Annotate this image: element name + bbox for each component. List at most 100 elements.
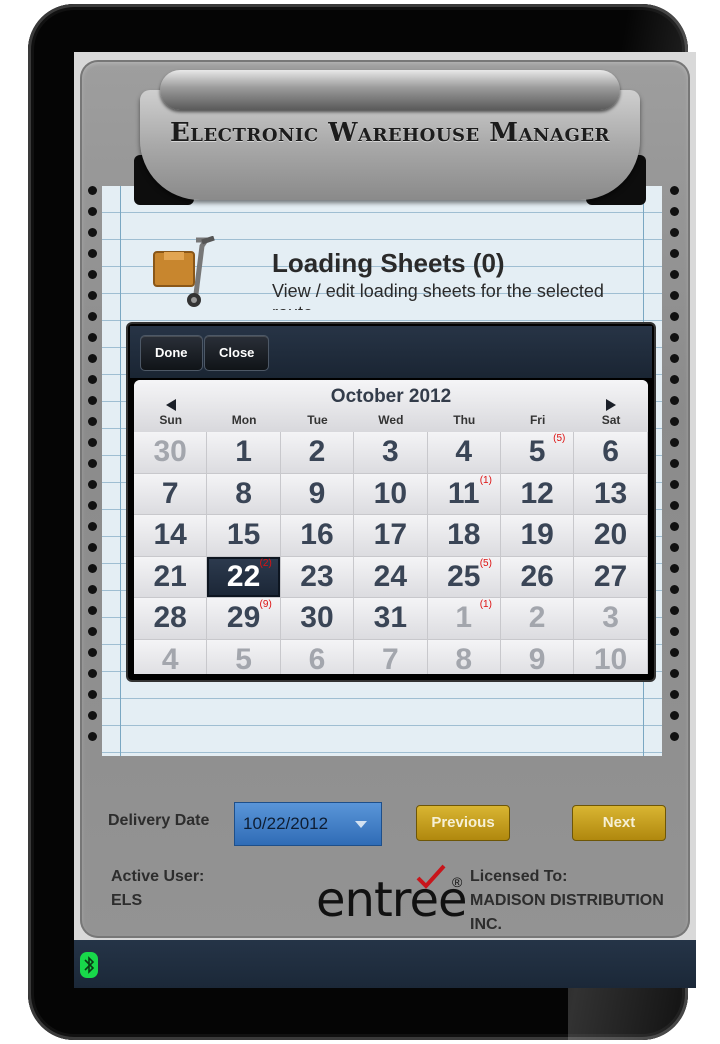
calendar-day[interactable]: 20 [574, 515, 647, 556]
calendar-week-row: 30 1 2 3 4 5 (5) 6 [134, 432, 648, 474]
day-number: 19 [520, 518, 554, 551]
chevron-down-icon [355, 821, 367, 828]
calendar-day[interactable]: 3 [354, 432, 427, 473]
calendar-day[interactable]: 4 [134, 639, 207, 674]
calendar-day[interactable]: 30 [280, 598, 354, 639]
calendar-day[interactable]: 1 [207, 432, 280, 473]
calendar-day[interactable]: 25 (5) [427, 556, 500, 597]
calendar-day[interactable]: 8 [207, 473, 280, 514]
calendar-week-row: 28 29 (9) 30 31 1 (1) 2 3 [134, 598, 648, 640]
calendar-day-selected[interactable]: 22 (2) [207, 556, 280, 597]
calendar-day[interactable]: 30 [134, 432, 207, 473]
calendar-week-row: 7 8 9 10 11 (1) 12 13 [134, 473, 648, 516]
close-button[interactable]: Close [204, 335, 270, 371]
calendar-day[interactable]: 6 [574, 432, 647, 473]
calendar-day[interactable]: 5 (5) [500, 432, 574, 473]
calendar-week-row: 14 15 16 17 18 19 20 [134, 515, 648, 557]
day-number: 29 [226, 601, 261, 634]
punch-hole [669, 480, 679, 489]
day-number: 24 [373, 559, 408, 593]
calendar-day[interactable]: 7 [354, 639, 427, 674]
licensed-to-line1: MADISON DISTRIBUTION [470, 892, 664, 909]
punch-hole [669, 711, 679, 720]
day-number: 28 [153, 601, 187, 634]
calendar-day[interactable]: 21 [134, 556, 207, 597]
calendar-day[interactable]: 9 [500, 639, 574, 675]
calendar-day[interactable]: 28 [134, 598, 207, 639]
calendar-day[interactable]: 4 [427, 432, 500, 473]
punch-hole [669, 732, 679, 741]
weekday-label: Mon [231, 413, 257, 427]
calendar-day[interactable]: 3 [574, 598, 647, 639]
punch-hole [669, 312, 679, 321]
count-badge: (2) [259, 557, 272, 569]
calendar-day[interactable]: 24 [354, 556, 427, 597]
punch-hole [669, 417, 679, 426]
calendar-day[interactable]: 15 [207, 515, 280, 556]
day-number: 5 [528, 435, 546, 468]
punch-hole [669, 186, 679, 195]
count-badge: (9) [259, 599, 272, 610]
calendar-week-row: 21 22 (2) 23 24 25 (5) 26 27 [134, 556, 648, 599]
day-number: 9 [528, 642, 546, 675]
calendar-day[interactable]: 16 [280, 515, 354, 556]
punch-hole [87, 438, 97, 447]
done-button[interactable]: Done [140, 335, 203, 371]
calendar-day[interactable]: 1 (1) [427, 598, 500, 639]
punch-hole [669, 543, 679, 552]
calendar-day[interactable]: 13 [574, 473, 647, 514]
punch-hole [669, 459, 679, 468]
punch-hole [87, 228, 97, 237]
punch-hole [87, 354, 97, 363]
calendar-day[interactable]: 18 [427, 515, 500, 556]
calendar-day[interactable]: 11 (1) [427, 473, 500, 514]
delivery-date-select[interactable]: 10/22/2012 [234, 802, 382, 846]
day-number: 9 [308, 476, 326, 510]
day-number: 8 [235, 476, 252, 510]
previous-button[interactable]: Previous [416, 805, 510, 841]
calendar-day[interactable]: 2 [500, 598, 574, 639]
calendar-day[interactable]: 10 [354, 473, 427, 514]
calendar-day[interactable]: 8 [427, 639, 500, 674]
punch-hole [669, 585, 679, 594]
calendar-day[interactable]: 17 [354, 515, 427, 556]
loading-sheets-description: View / edit loading sheets for the selec… [272, 281, 604, 310]
next-month-icon[interactable] [606, 399, 616, 411]
calendar-day[interactable]: 7 [134, 473, 207, 514]
punch-hole [669, 375, 679, 384]
logo-registered: ® [452, 874, 463, 890]
next-button[interactable]: Next [572, 805, 666, 841]
punch-hole [669, 522, 679, 531]
calendar-day[interactable]: 14 [134, 515, 207, 556]
calendar-day[interactable]: 9 [280, 473, 354, 514]
calendar-day[interactable]: 5 [207, 639, 280, 675]
calendar-day[interactable]: 27 [574, 556, 647, 597]
day-number: 12 [520, 476, 554, 510]
punch-hole [87, 333, 97, 342]
calendar-day[interactable]: 12 [500, 473, 574, 514]
punch-hole [87, 501, 97, 510]
day-number: 23 [300, 559, 334, 593]
day-number: 5 [235, 642, 252, 675]
calendar-day[interactable]: 6 [280, 639, 354, 674]
calendar-day[interactable]: 29 (9) [207, 598, 280, 639]
punch-hole [669, 438, 679, 447]
punch-hole [87, 417, 97, 426]
licensed-to-label: Licensed To: [470, 868, 568, 885]
punch-hole [87, 648, 97, 657]
calendar-day[interactable]: 31 [354, 598, 427, 639]
calendar-day[interactable]: 19 [500, 515, 574, 556]
day-number: 27 [593, 559, 628, 593]
calendar-day[interactable]: 26 [500, 556, 574, 597]
month-title: October 2012 [330, 386, 452, 407]
loading-sheets-title[interactable]: Loading Sheets (0) [272, 248, 505, 279]
punch-hole [87, 606, 97, 615]
calendar-day[interactable]: 2 [280, 432, 354, 473]
calendar-day[interactable]: 23 [280, 556, 354, 597]
licensed-to-line2: INC. [470, 916, 502, 933]
day-number: 31 [373, 601, 408, 634]
date-picker-dialog: Done Close October 2012 Sun Mon Tue Wed Thu F… [128, 324, 654, 680]
punch-hole [87, 459, 97, 468]
punch-hole [87, 270, 97, 279]
calendar-day[interactable]: 10 [574, 639, 647, 674]
